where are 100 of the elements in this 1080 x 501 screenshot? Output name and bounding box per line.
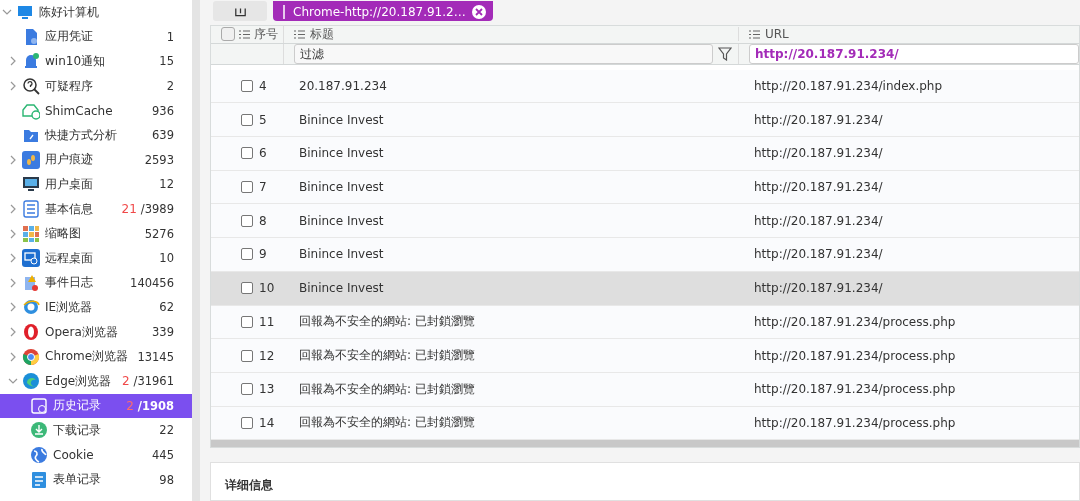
tree-item[interactable]: Cookie 445 [0,442,192,468]
row-checkbox[interactable] [241,113,253,126]
row-number: 5 [259,112,267,127]
tree-item[interactable]: 事件日志 140456 [0,270,192,296]
vertical-scrollbar[interactable] [192,0,200,501]
table-row[interactable]: 6 Binince Invest http://20.187.91.234/ [211,137,1079,171]
tree-item[interactable]: 用户桌面 12 [0,172,192,197]
grid-icon [22,224,40,243]
tree-item[interactable]: 基本信息 21 /3989 [0,196,192,222]
url-filter-field[interactable]: http://20.187.91.234/ [749,44,1079,65]
table-row[interactable]: 12 回報為不安全的網站: 已封鎖瀏覽 http://20.187.91.234/process.php [211,339,1079,373]
row-checkbox[interactable] [241,80,253,93]
item-label: 用户痕迹 [45,151,94,169]
table-row[interactable]: 14 回報為不安全的網站: 已封鎖瀏覽 http://20.187.91.234/process.php [211,406,1079,441]
close-icon[interactable] [471,4,486,19]
tree-item[interactable]: 历史记录 2 /1908 [0,393,192,419]
title-cell-text: 回報為不安全的網站: 已封鎖瀏覽 [299,313,476,331]
monitor-icon [16,3,34,22]
table-row[interactable]: 5 Binince Invest http://20.187.91.234/ [211,103,1079,138]
item-label: 表单记录 [53,471,102,489]
item-label: IE浏览器 [45,298,94,316]
column-menu-icon [239,29,250,39]
tag-label: Chrome-http://20.187.91.2… [293,4,466,19]
url-cell: http://20.187.91.234/ [754,112,883,127]
remote-desktop-icon [22,249,40,268]
filter-field[interactable]: 过滤 [294,44,713,65]
url-cell: http://20.187.91.234/ [754,247,883,262]
select-all-checkbox[interactable] [221,27,235,42]
item-label: Cookie [53,448,95,462]
row-checkbox[interactable] [241,315,253,328]
tree-item[interactable]: 缩略图 5276 [0,221,192,246]
row-checkbox[interactable] [241,181,253,194]
item-label: 远程桌面 [45,249,94,267]
row-checkbox[interactable] [241,349,253,362]
item-count: 22 [159,423,174,438]
column-menu-icon [749,29,760,39]
title-cell-text: 回報為不安全的網站: 已封鎖瀏覽 [299,347,476,365]
title-cell-text: Binince Invest [299,112,385,127]
title-cell-text: Binince Invest [299,247,385,262]
tree-item[interactable]: 应用凭证 1 [0,24,192,50]
row-checkbox[interactable] [241,282,253,295]
horizontal-scrollbar[interactable] [211,440,1079,448]
tree-item[interactable]: Opera浏览器 339 [0,319,192,345]
filter-icon [718,47,732,62]
tree-item[interactable]: ShimCache 936 [0,98,192,123]
tree-item[interactable]: 下载记录 22 [0,418,192,443]
item-count: 62 [159,300,174,315]
item-count: 140456 [130,275,174,290]
tree-item[interactable]: 表单记录 98 [0,467,192,492]
row-checkbox[interactable] [241,416,253,429]
table-row[interactable]: 9 Binince Invest http://20.187.91.234/ [211,238,1079,272]
tree-item[interactable]: win10通知 15 [0,49,192,74]
tree-item[interactable]: 快捷方式分析 639 [0,122,192,148]
row-number: 4 [259,79,267,94]
table-row[interactable]: 8 Binince Invest http://20.187.91.234/ [211,204,1079,239]
filter-tag[interactable]: Chrome-http://20.187.91.2… [273,0,493,21]
tree-item[interactable]: Edge浏览器 2 /31961 [0,368,192,394]
tree-item[interactable]: IE浏览器 62 [0,295,192,320]
item-count: 10 [159,251,174,266]
table-row[interactable]: 4 20.187.91.234 http://20.187.91.234/index.php [211,69,1079,104]
table-row[interactable]: 11 回報為不安全的網站: 已封鎖瀏覽 http://20.187.91.234/process.php [211,305,1079,340]
new-count: 21 [121,202,137,217]
tree-item[interactable]: 用户痕迹 2593 [0,147,192,173]
item-label: 陈好计算机 [39,3,100,21]
edge-icon [22,372,40,391]
url-cell: http://20.187.91.234/process.php [754,382,956,397]
form-icon [30,470,48,489]
item-count: /3989 [140,202,174,217]
row-checkbox[interactable] [241,147,253,160]
row-number: 13 [259,382,275,397]
tree-item[interactable]: 远程桌面 10 [0,245,192,271]
row-checkbox[interactable] [241,383,253,396]
title-cell-text: 回報為不安全的網站: 已封鎖瀏覽 [299,414,476,432]
export-button[interactable] [213,0,267,21]
item-label: 快捷方式分析 [45,126,118,144]
column-header[interactable]: 序号 [254,25,278,43]
row-checkbox[interactable] [241,248,253,261]
table-row[interactable]: 13 回報為不安全的網站: 已封鎖瀏覽 http://20.187.91.234/process.php [211,372,1079,407]
bell-icon [22,52,40,71]
row-number: 9 [259,247,267,262]
row-checkbox[interactable] [241,214,253,227]
column-menu-icon [294,29,305,39]
url-cell: http://20.187.91.234/process.php [754,348,956,363]
column-header[interactable]: 标题 [310,25,334,43]
tray-icon [234,7,246,17]
table-row[interactable]: 10 Binince Invest http://20.187.91.234/ [211,271,1079,306]
tree-item[interactable]: 可疑程序 2 [0,73,192,99]
url-cell: http://20.187.91.234/ [754,281,883,296]
item-label: Edge浏览器 [45,372,113,390]
item-count: 2 [166,79,174,94]
tree-item[interactable]: 陈好计算机 [0,0,192,25]
tree-item[interactable]: Chrome浏览器 13145 [0,344,192,369]
panel-title: 详细信息 [225,478,273,493]
item-count: 936 [152,103,174,118]
url-cell: http://20.187.91.234/process.php [754,415,956,430]
item-count: 445 [152,448,174,462]
table-row[interactable]: 7 Binince Invest http://20.187.91.234/ [211,170,1079,205]
column-header[interactable]: URL [765,27,789,42]
row-number: 11 [259,314,275,329]
row-number: 10 [259,281,275,296]
